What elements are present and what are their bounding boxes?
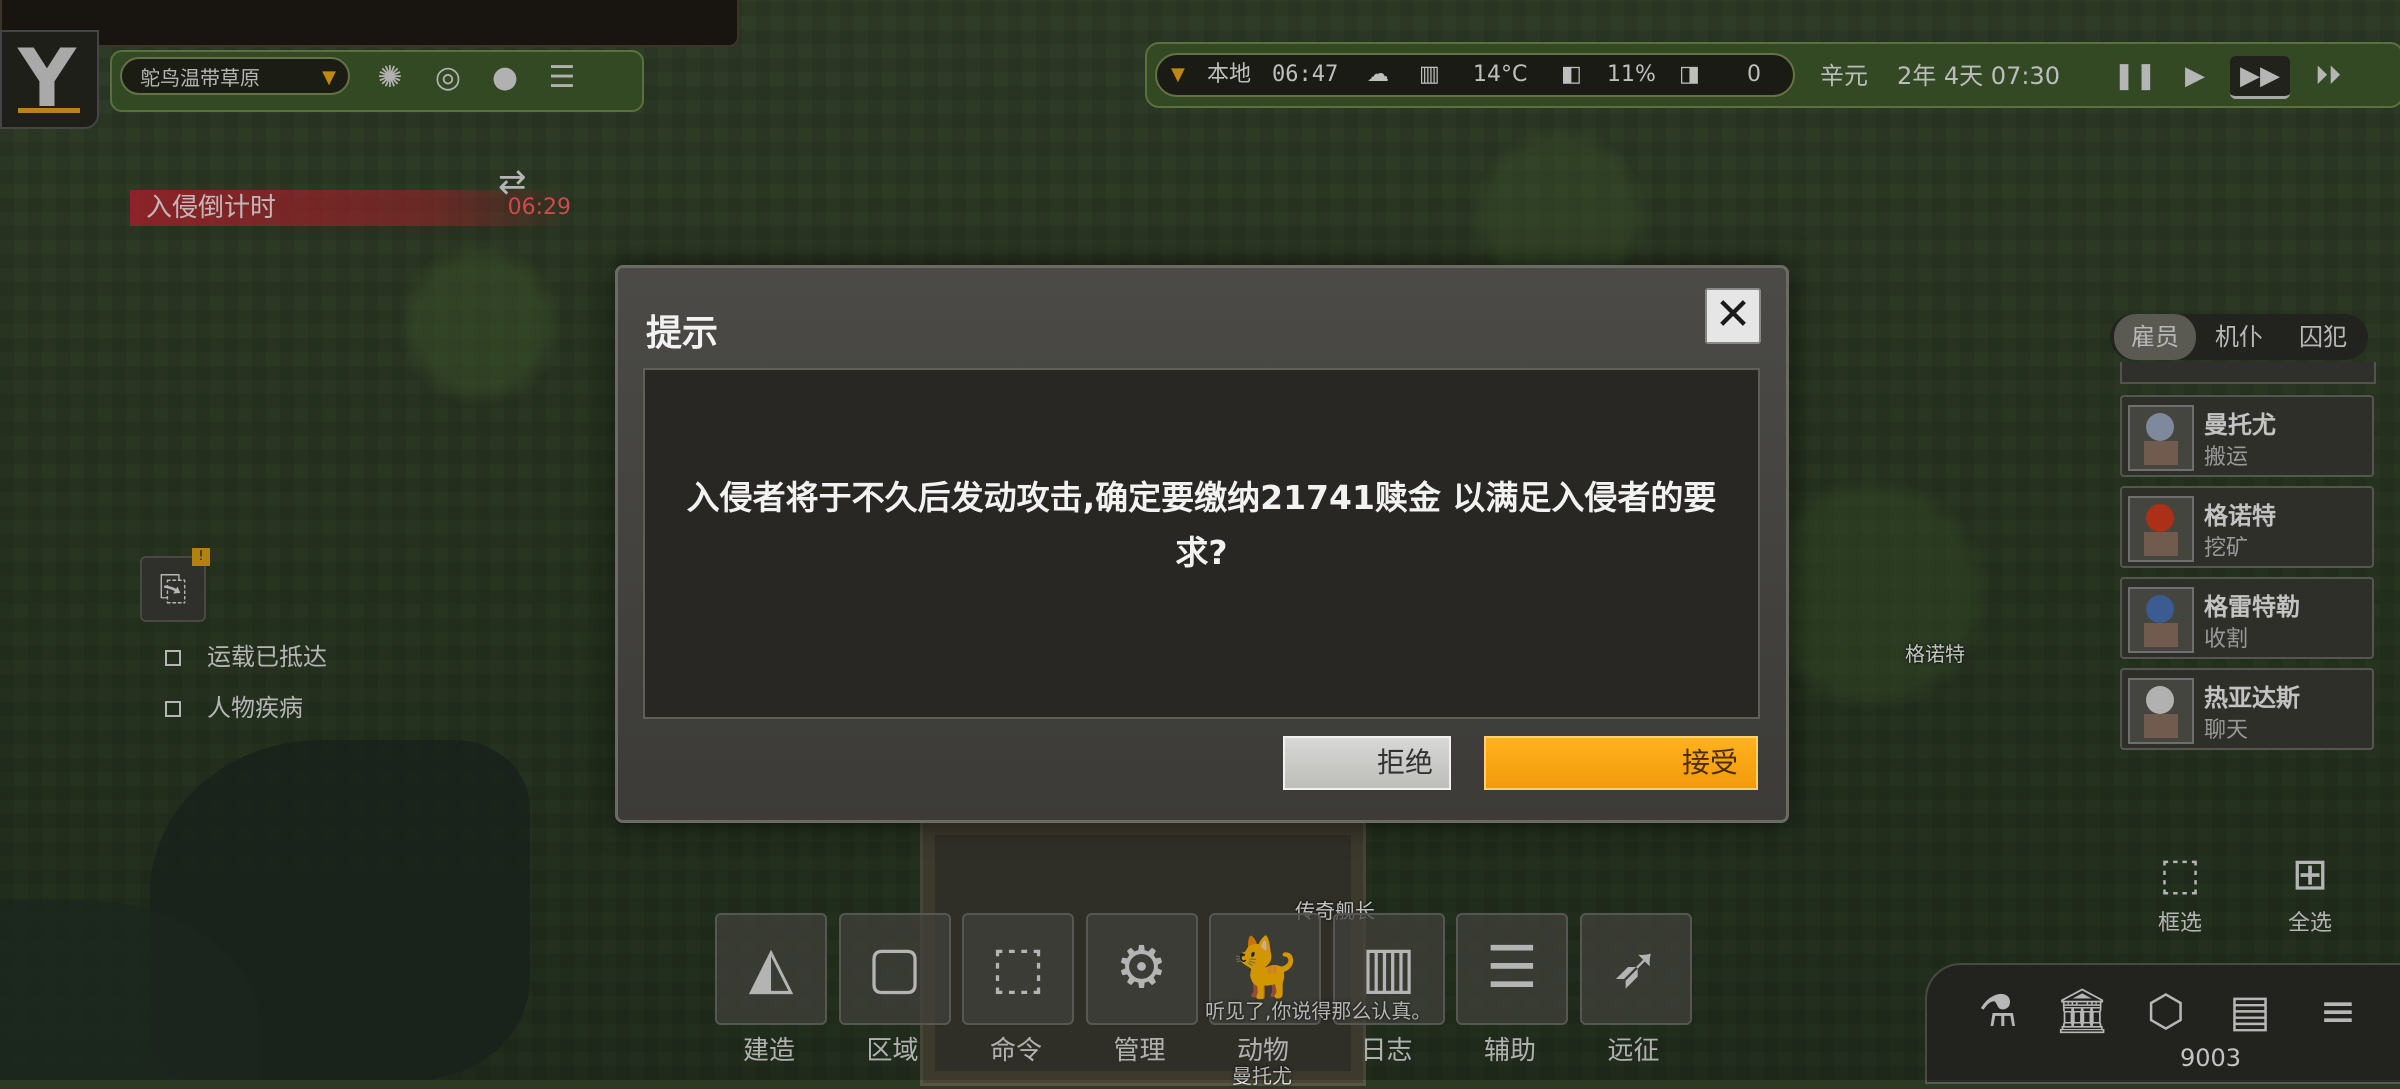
accept-button[interactable]: 接受 — [1484, 736, 1758, 790]
dialog-message: 入侵者将于不久后发动攻击,确定要缴纳21741赎金 以满足入侵者的要求? — [686, 478, 1717, 572]
close-icon[interactable]: ✕ — [1705, 288, 1761, 344]
dialog-body: 入侵者将于不久后发动攻击,确定要缴纳21741赎金 以满足入侵者的要求? — [643, 368, 1760, 719]
ransom-dialog: 提示 ✕ 入侵者将于不久后发动攻击,确定要缴纳21741赎金 以满足入侵者的要求… — [615, 265, 1789, 823]
reject-button[interactable]: 拒绝 — [1283, 736, 1451, 790]
dialog-title: 提示 — [646, 313, 719, 354]
